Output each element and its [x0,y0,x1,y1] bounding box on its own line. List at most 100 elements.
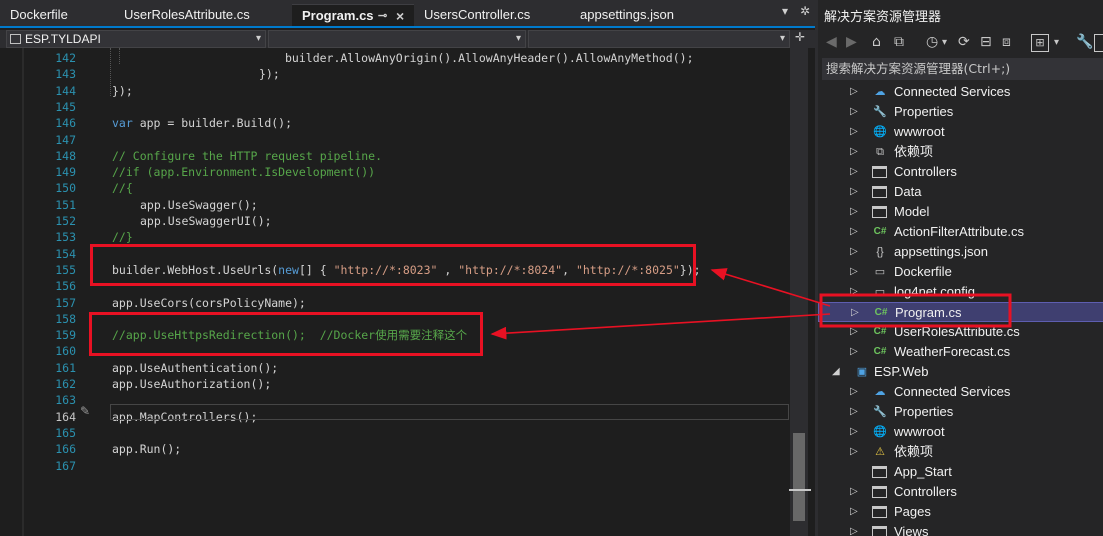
member-dropdown[interactable]: ▾ [528,30,790,48]
tree-item[interactable]: ▷ ⚠ 依赖项 [818,442,1103,462]
tab-userscontroller[interactable]: UsersController.cs [414,4,570,26]
tree-item[interactable]: ▷ ☁ Connected Services [818,382,1103,402]
home-icon[interactable]: ⌂ [872,34,881,50]
code-line[interactable]: 161 app.UseAuthentication(); [0,360,790,376]
tree-item-label: Program.cs [895,305,962,320]
tree-item[interactable]: ▷ 🔧 Properties [818,402,1103,422]
project-dropdown[interactable]: ESP.TYLDAPI ▾ [6,30,266,48]
collapsed-caret-icon[interactable]: ▷ [850,162,858,182]
tree-item[interactable]: ▷ ▭ log4net.config [818,282,1103,302]
pin-icon[interactable]: ⊸ [378,5,387,27]
forward-icon[interactable]: ▶ [846,34,857,50]
tree-item[interactable]: ▷ C# Program.cs [818,302,1103,322]
back-icon[interactable]: ◀ [826,34,837,50]
tree-item[interactable]: ▷ ⧉ 依赖项 [818,142,1103,162]
code-line[interactable]: 150 //{ [0,180,790,196]
tree-item[interactable]: ▷ 🌐 wwwroot [818,122,1103,142]
tree-item[interactable]: ▷ ▭ Dockerfile [818,262,1103,282]
code-line[interactable]: 165 [0,425,790,441]
code-line[interactable]: 149 //if (app.Environment.IsDevelopment()… [0,164,790,180]
collapsed-caret-icon[interactable]: ▷ [850,502,858,522]
collapsed-caret-icon[interactable]: ▷ [850,382,858,402]
collapsed-caret-icon[interactable]: ▷ [850,82,858,102]
tree-item[interactable]: App_Start [818,462,1103,482]
line-number: 148 [55,148,76,163]
tree-item[interactable]: ◢ ▣ ESP.Web [818,362,1103,382]
tree-item[interactable]: ▷ Controllers [818,482,1103,502]
collapsed-caret-icon[interactable]: ▷ [850,402,858,422]
preview-icon[interactable] [1094,34,1103,52]
expanded-caret-icon[interactable]: ◢ [832,362,840,382]
code-line[interactable]: 157 app.UseCors(corsPolicyName); [0,295,790,311]
tree-item[interactable]: ▷ C# ActionFilterAttribute.cs [818,222,1103,242]
tab-userrolesattribute[interactable]: UserRolesAttribute.cs [114,4,292,26]
collapsed-caret-icon[interactable]: ▷ [851,303,859,323]
code-editor[interactable]: Dockerfile UserRolesAttribute.cs Program… [0,0,815,536]
pending-changes-icon[interactable]: ◷ [926,34,938,50]
collapsed-caret-icon[interactable]: ▷ [850,202,858,222]
collapsed-caret-icon[interactable]: ▷ [850,122,858,142]
collapsed-caret-icon[interactable]: ▷ [850,142,858,162]
close-icon[interactable]: × [396,5,404,27]
code-line[interactable]: 167 [0,458,790,474]
type-dropdown[interactable]: ▾ [268,30,526,48]
code-line[interactable]: 143}); [0,66,790,82]
collapsed-caret-icon[interactable]: ▷ [850,482,858,502]
switch-views-icon[interactable]: ⧉ [894,34,904,50]
chevron-down-icon[interactable]: ▾ [1054,37,1059,48]
collapsed-caret-icon[interactable]: ▷ [850,522,858,536]
code-line[interactable]: 151 app.UseSwagger(); [0,197,790,213]
collapse-all-icon[interactable]: ⊟ [980,34,992,50]
code-line[interactable]: 144}); [0,83,790,99]
folder-icon [872,526,887,536]
tree-item[interactable]: ▷ Views [818,522,1103,536]
scrollbar-thumb[interactable] [793,433,805,521]
properties-wrench-icon[interactable]: 🔧 [1076,34,1093,50]
collapsed-caret-icon[interactable]: ▷ [850,422,858,442]
tree-item[interactable]: ▷ 🔧 Properties [818,102,1103,122]
tab-list-dropdown-icon[interactable]: ▾ [782,4,788,18]
code-text: // Configure the HTTP request pipeline. [112,148,382,164]
code-text-area[interactable]: 142 builder.AllowAnyOrigin().AllowAnyHead… [0,48,790,536]
code-line[interactable]: 162 app.UseAuthorization(); [0,376,790,392]
collapsed-caret-icon[interactable]: ▷ [850,262,858,282]
tab-program-cs[interactable]: Program.cs ⊸ × [292,4,414,26]
connected-services-icon: ☁ [874,86,886,98]
collapsed-caret-icon[interactable]: ▷ [850,102,858,122]
tree-item[interactable]: ▷ Model [818,202,1103,222]
tab-appsettings[interactable]: appsettings.json [570,4,720,26]
code-line[interactable]: 166 app.Run(); [0,441,790,457]
settings-gear-icon[interactable]: ✲ [800,4,810,18]
show-all-files-icon[interactable]: ⧈ [1002,34,1011,50]
tree-item[interactable]: ▷ C# UserRolesAttribute.cs [818,322,1103,342]
split-window-icon[interactable]: ✛ [795,30,805,44]
code-line[interactable]: 153 //} [0,229,790,245]
tree-item[interactable]: ▷ Controllers [818,162,1103,182]
collapsed-caret-icon[interactable]: ▷ [850,222,858,242]
collapsed-caret-icon[interactable]: ▷ [850,282,858,302]
line-number: 163 [55,393,76,408]
code-line[interactable]: 146 var app = builder.Build(); [0,115,790,131]
collapsed-caret-icon[interactable]: ▷ [850,442,858,462]
collapsed-caret-icon[interactable]: ▷ [850,242,858,262]
tree-item-label: Properties [894,104,954,119]
chevron-down-icon[interactable]: ▾ [942,37,947,48]
view-hierarchy-icon[interactable]: ⊞ [1031,34,1049,52]
collapsed-caret-icon[interactable]: ▷ [850,322,858,342]
quick-action-brush-icon[interactable]: ✎ [80,404,90,418]
solution-search-input[interactable]: 搜索解决方案资源管理器(Ctrl+;) [822,58,1103,80]
tree-item[interactable]: ▷ {} appsettings.json [818,242,1103,262]
sync-icon[interactable]: ⟳ [958,34,970,50]
tree-item[interactable]: ▷ Data [818,182,1103,202]
tab-dockerfile[interactable]: Dockerfile [0,4,112,26]
code-line[interactable]: 152 app.UseSwaggerUI(); [0,213,790,229]
code-line[interactable]: 148 // Configure the HTTP request pipelin… [0,148,790,164]
tree-item[interactable]: ▷ ☁ Connected Services [818,82,1103,102]
collapsed-caret-icon[interactable]: ▷ [850,342,858,362]
code-line[interactable]: 145 [0,99,790,115]
code-line[interactable]: 147 [0,132,790,148]
collapsed-caret-icon[interactable]: ▷ [850,182,858,202]
tree-item[interactable]: ▷ 🌐 wwwroot [818,422,1103,442]
tree-item[interactable]: ▷ Pages [818,502,1103,522]
tree-item[interactable]: ▷ C# WeatherForecast.cs [818,342,1103,362]
